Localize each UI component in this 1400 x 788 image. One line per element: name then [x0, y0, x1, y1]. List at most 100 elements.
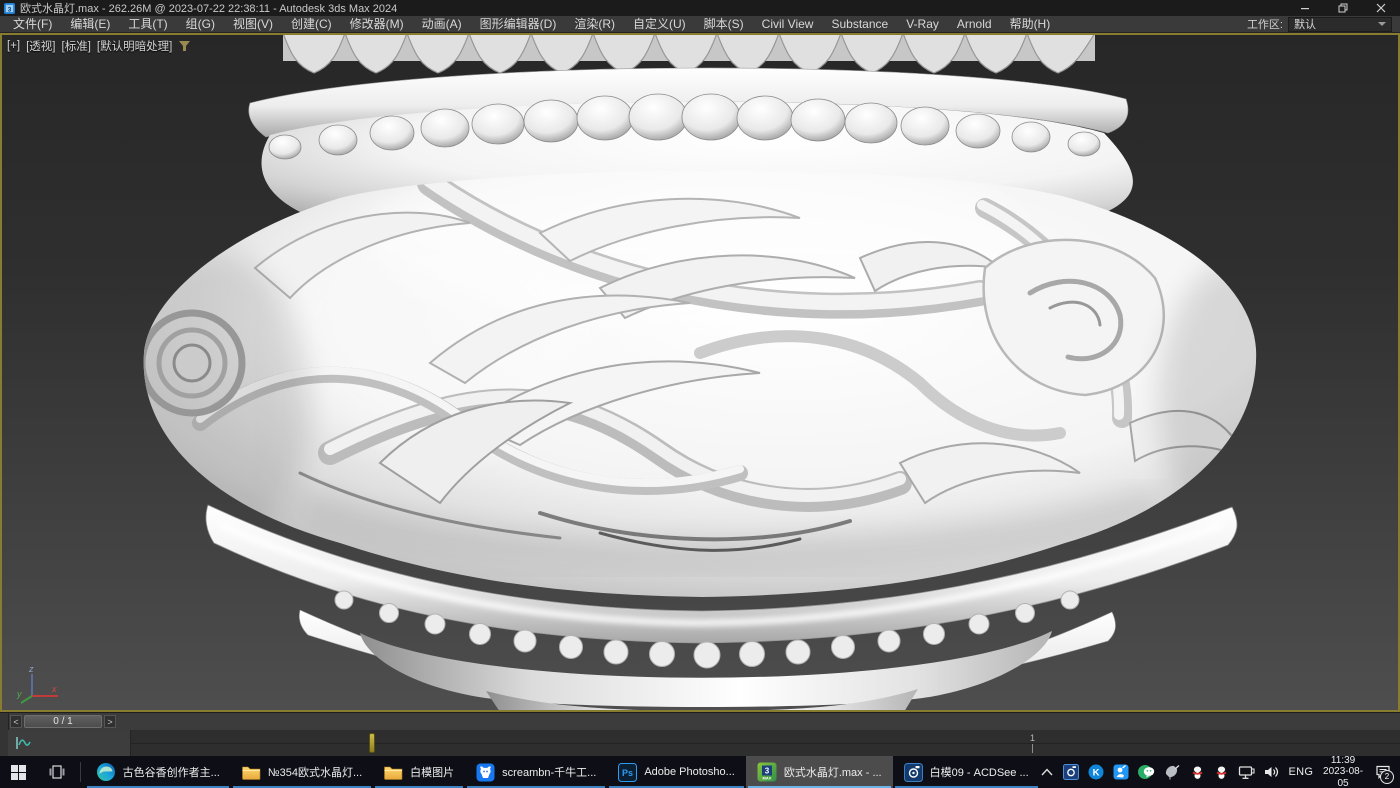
tray-date: 2023-08-05 [1322, 766, 1364, 788]
perspective-viewport[interactable]: [+] [透视] [标准] [默认明暗处理] z x y [0, 33, 1400, 712]
restore-icon [1338, 3, 1348, 13]
previous-frame-button[interactable]: < [10, 715, 22, 728]
taskbar-app-label: 白模图片 [410, 764, 454, 780]
time-slider-bar: < 0 / 1 > [0, 712, 1400, 730]
mini-curve-editor-button[interactable] [13, 733, 33, 753]
menu-help[interactable]: 帮助(H) [1001, 16, 1060, 32]
folder-icon [242, 765, 261, 780]
tray-time: 11:39 [1322, 755, 1364, 767]
menu-substance[interactable]: Substance [822, 16, 897, 32]
taskbar-app-qianniu[interactable]: screambn-千牛工... [465, 756, 607, 788]
menu-civil-view[interactable]: Civil View [753, 16, 823, 32]
next-frame-button[interactable]: > [104, 715, 116, 728]
viewport-shading-menu[interactable]: [默认明暗处理] [97, 38, 172, 54]
task-view-button[interactable] [38, 756, 76, 788]
wangwang-tray-icon[interactable] [1113, 764, 1129, 781]
taskbar-app-folder-354[interactable]: №354欧式水晶灯... [231, 756, 373, 788]
svg-text:z: z [28, 664, 34, 674]
remote-tool-tray-icon[interactable] [1164, 764, 1181, 781]
time-slider[interactable]: 0 / 1 [24, 715, 102, 728]
close-button[interactable] [1362, 0, 1400, 16]
viewport-renderer-menu[interactable]: [标准] [62, 38, 91, 54]
3dsmax-window: 3 欧式水晶灯.max - 262.26M @ 2023-07-22 22:38… [0, 0, 1400, 788]
per-view-filter-icon[interactable] [178, 40, 191, 52]
trackbar-groove [130, 743, 1400, 744]
minimize-button[interactable] [1286, 0, 1324, 16]
menu-create[interactable]: 创建(C) [282, 16, 341, 32]
volume-tray-icon[interactable] [1264, 764, 1280, 781]
taskbar-app-label: screambn-千牛工... [502, 764, 596, 780]
qq-tray-icon[interactable] [1190, 764, 1205, 781]
vase-leaf-crown [283, 35, 1095, 73]
taskbar-app-edge[interactable]: 古色谷香创作者主... [85, 756, 231, 788]
windows-logo-icon [11, 765, 26, 780]
window-title: 欧式水晶灯.max - 262.26M @ 2023-07-22 22:38:1… [20, 0, 397, 16]
network-tray-icon[interactable] [1238, 764, 1255, 781]
current-frame-marker[interactable] [369, 733, 375, 753]
start-button[interactable] [0, 756, 38, 788]
menu-rendering[interactable]: 渲染(R) [565, 16, 624, 32]
viewport-pov-menu[interactable]: [透视] [26, 38, 55, 54]
vase-3d-model[interactable] [2, 35, 1398, 710]
workspace-dropdown[interactable]: 默认 [1288, 17, 1392, 32]
k-app-tray-icon[interactable]: K [1088, 764, 1104, 781]
clock[interactable]: 11:39 2023-08-05 [1322, 755, 1364, 788]
viewport-general-menu[interactable]: [+] [7, 40, 20, 52]
svg-text:MAX: MAX [762, 776, 771, 781]
menu-graph-editors[interactable]: 图形编辑器(D) [471, 16, 566, 32]
restore-button[interactable] [1324, 0, 1362, 16]
folder-icon [384, 765, 403, 780]
chevron-down-icon [1378, 22, 1386, 26]
svg-text:y: y [16, 689, 22, 699]
menu-arnold[interactable]: Arnold [948, 16, 1001, 32]
menu-customize[interactable]: 自定义(U) [624, 16, 695, 32]
hidden-icons-chevron[interactable] [1040, 764, 1054, 781]
track-bar[interactable]: 1 [0, 730, 1400, 756]
viewport-label: [+] [透视] [标准] [默认明暗处理] [7, 38, 191, 54]
taskbar-app-acdsee[interactable]: 白模09 - ACDSee ... [893, 756, 1040, 788]
trackbar-left-panel [8, 730, 131, 756]
end-frame-tick: 1 [1030, 733, 1035, 753]
svg-text:3: 3 [765, 767, 770, 776]
menu-scripting[interactable]: 脚本(S) [695, 16, 753, 32]
3dsmax-icon: 3 MAX [757, 762, 777, 782]
timeline-splitter[interactable] [0, 713, 9, 731]
acdsee-icon [904, 763, 923, 782]
minimize-icon [1300, 3, 1310, 13]
svg-text:K: K [1092, 768, 1099, 779]
title-bar: 3 欧式水晶灯.max - 262.26M @ 2023-07-22 22:38… [0, 0, 1400, 16]
taskbar-app-label: №354欧式水晶灯... [268, 764, 362, 780]
menu-views[interactable]: 视图(V) [224, 16, 282, 32]
workspace-label: 工作区: [1247, 16, 1283, 32]
menu-animation[interactable]: 动画(A) [413, 16, 471, 32]
taskbar-app-label: 欧式水晶灯.max - ... [784, 764, 882, 780]
workspace-value: 默认 [1294, 16, 1316, 32]
taskbar-app-photoshop[interactable]: Ps Adobe Photosho... [607, 756, 746, 788]
taskbar-app-label: Adobe Photosho... [644, 766, 735, 778]
qq-2-tray-icon[interactable] [1214, 764, 1229, 781]
system-tray: K [1040, 756, 1400, 788]
taskbar-app-3dsmax[interactable]: 3 MAX 欧式水晶灯.max - ... [746, 756, 893, 788]
task-view-icon [49, 765, 65, 779]
notification-count-badge: 2 [1380, 770, 1394, 784]
edge-browser-icon [96, 762, 116, 782]
menu-group[interactable]: 组(G) [177, 16, 224, 32]
taskbar-app-label: 白模09 - ACDSee ... [930, 764, 1029, 780]
qianniu-icon [476, 763, 495, 782]
language-indicator[interactable]: ENG [1289, 766, 1314, 778]
action-center-button[interactable]: 2 [1373, 759, 1394, 785]
menu-bar: 文件(F) 编辑(E) 工具(T) 组(G) 视图(V) 创建(C) 修改器(M… [0, 16, 1400, 33]
menu-tools[interactable]: 工具(T) [119, 16, 176, 32]
taskbar-separator [80, 762, 81, 782]
menu-vray[interactable]: V-Ray [897, 16, 948, 32]
close-icon [1376, 3, 1386, 13]
taskbar-app-folder-baimo[interactable]: 白模图片 [373, 756, 465, 788]
menu-file[interactable]: 文件(F) [4, 16, 61, 32]
wechat-tray-icon[interactable] [1138, 764, 1155, 781]
curve-editor-icon [15, 736, 31, 750]
world-axis-gizmo: z x y [16, 664, 62, 704]
acdsee-tray-icon[interactable] [1063, 764, 1079, 781]
menu-edit[interactable]: 编辑(E) [61, 16, 119, 32]
menu-modifiers[interactable]: 修改器(M) [341, 16, 413, 32]
photoshop-icon: Ps [618, 763, 637, 782]
